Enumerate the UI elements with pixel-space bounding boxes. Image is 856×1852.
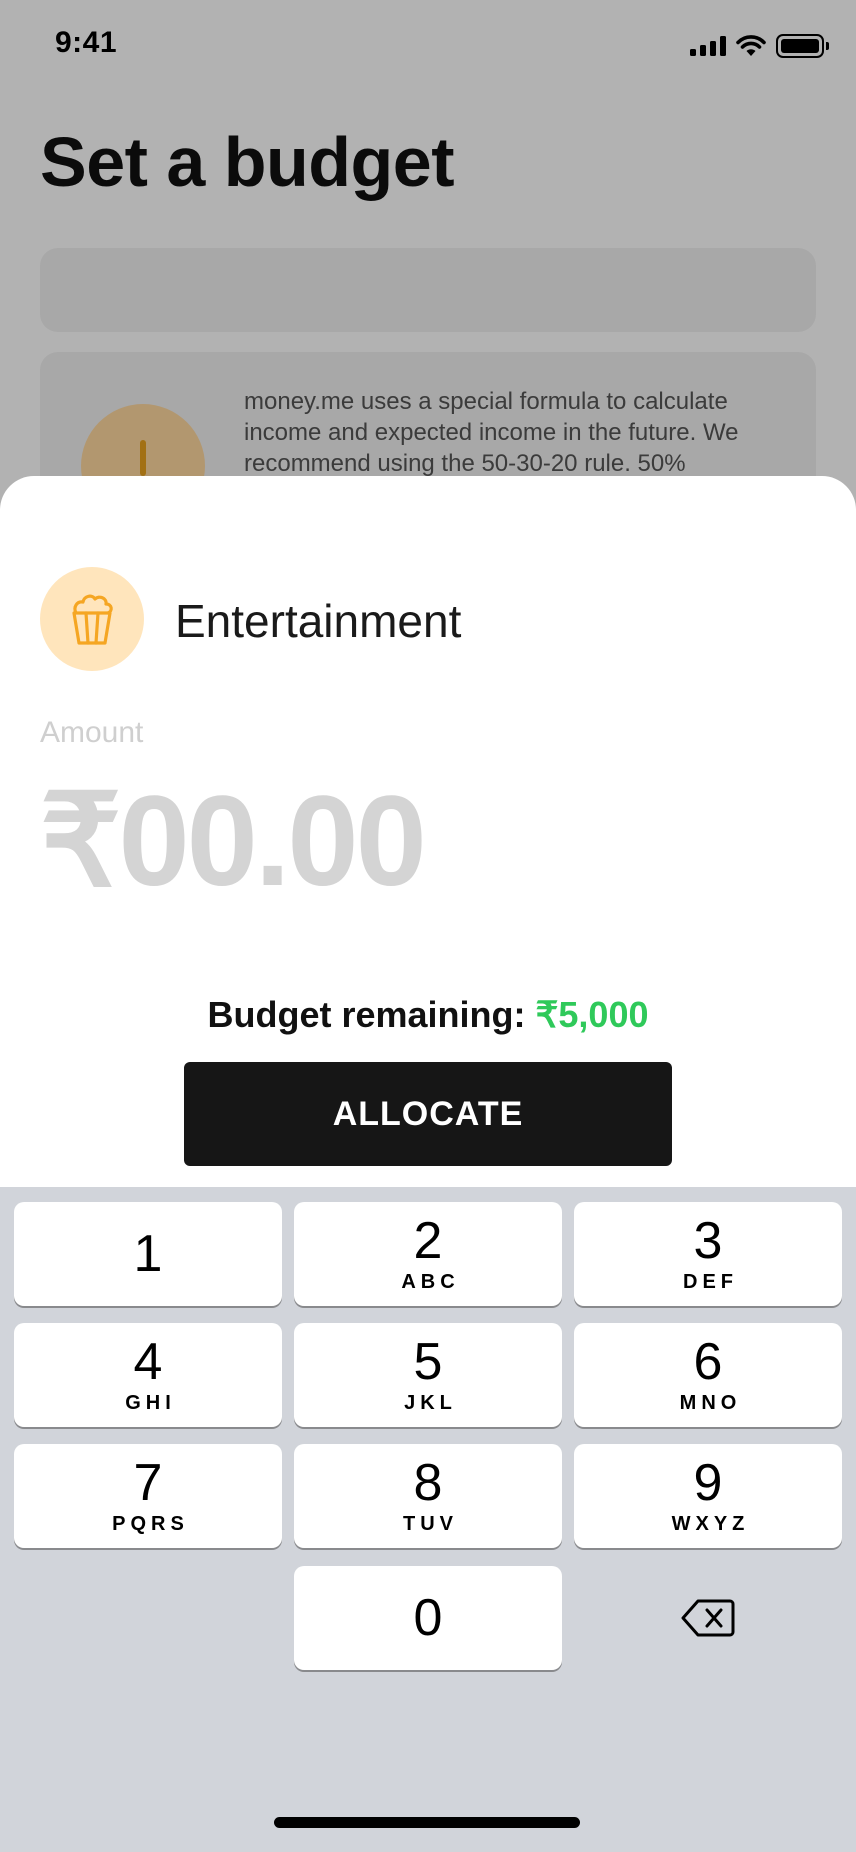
budget-remaining-label: Budget remaining:	[207, 994, 536, 1035]
amount-label: Amount	[40, 716, 144, 749]
key-6[interactable]: 6 MNO	[574, 1323, 842, 1427]
amount-input[interactable]: ₹00.00	[40, 778, 427, 906]
delete-key[interactable]	[574, 1566, 842, 1670]
budget-remaining: Budget remaining: ₹5,000	[0, 994, 856, 1036]
allocate-bottom-sheet: Entertainment Amount ₹00.00 Budget remai…	[0, 476, 856, 1852]
popcorn-icon	[40, 567, 144, 671]
key-4[interactable]: 4 GHI	[14, 1323, 282, 1427]
key-3[interactable]: 3 DEF	[574, 1202, 842, 1306]
category-name: Entertainment	[175, 595, 462, 647]
key-8[interactable]: 8 TUV	[294, 1444, 562, 1548]
key-9[interactable]: 9 WXYZ	[574, 1444, 842, 1548]
allocate-button[interactable]: ALLOCATE	[184, 1062, 672, 1166]
key-1[interactable]: 1	[14, 1202, 282, 1306]
home-indicator	[274, 1817, 580, 1828]
key-0[interactable]: 0	[294, 1566, 562, 1670]
numeric-keypad: 1 2 ABC 3 DEF 4 GHI 5 JKL 6 MNO 7 PQRS 8…	[0, 1187, 856, 1852]
key-2[interactable]: 2 ABC	[294, 1202, 562, 1306]
key-5[interactable]: 5 JKL	[294, 1323, 562, 1427]
backspace-icon	[681, 1599, 735, 1637]
key-7[interactable]: 7 PQRS	[14, 1444, 282, 1548]
budget-remaining-value: ₹5,000	[535, 994, 649, 1035]
